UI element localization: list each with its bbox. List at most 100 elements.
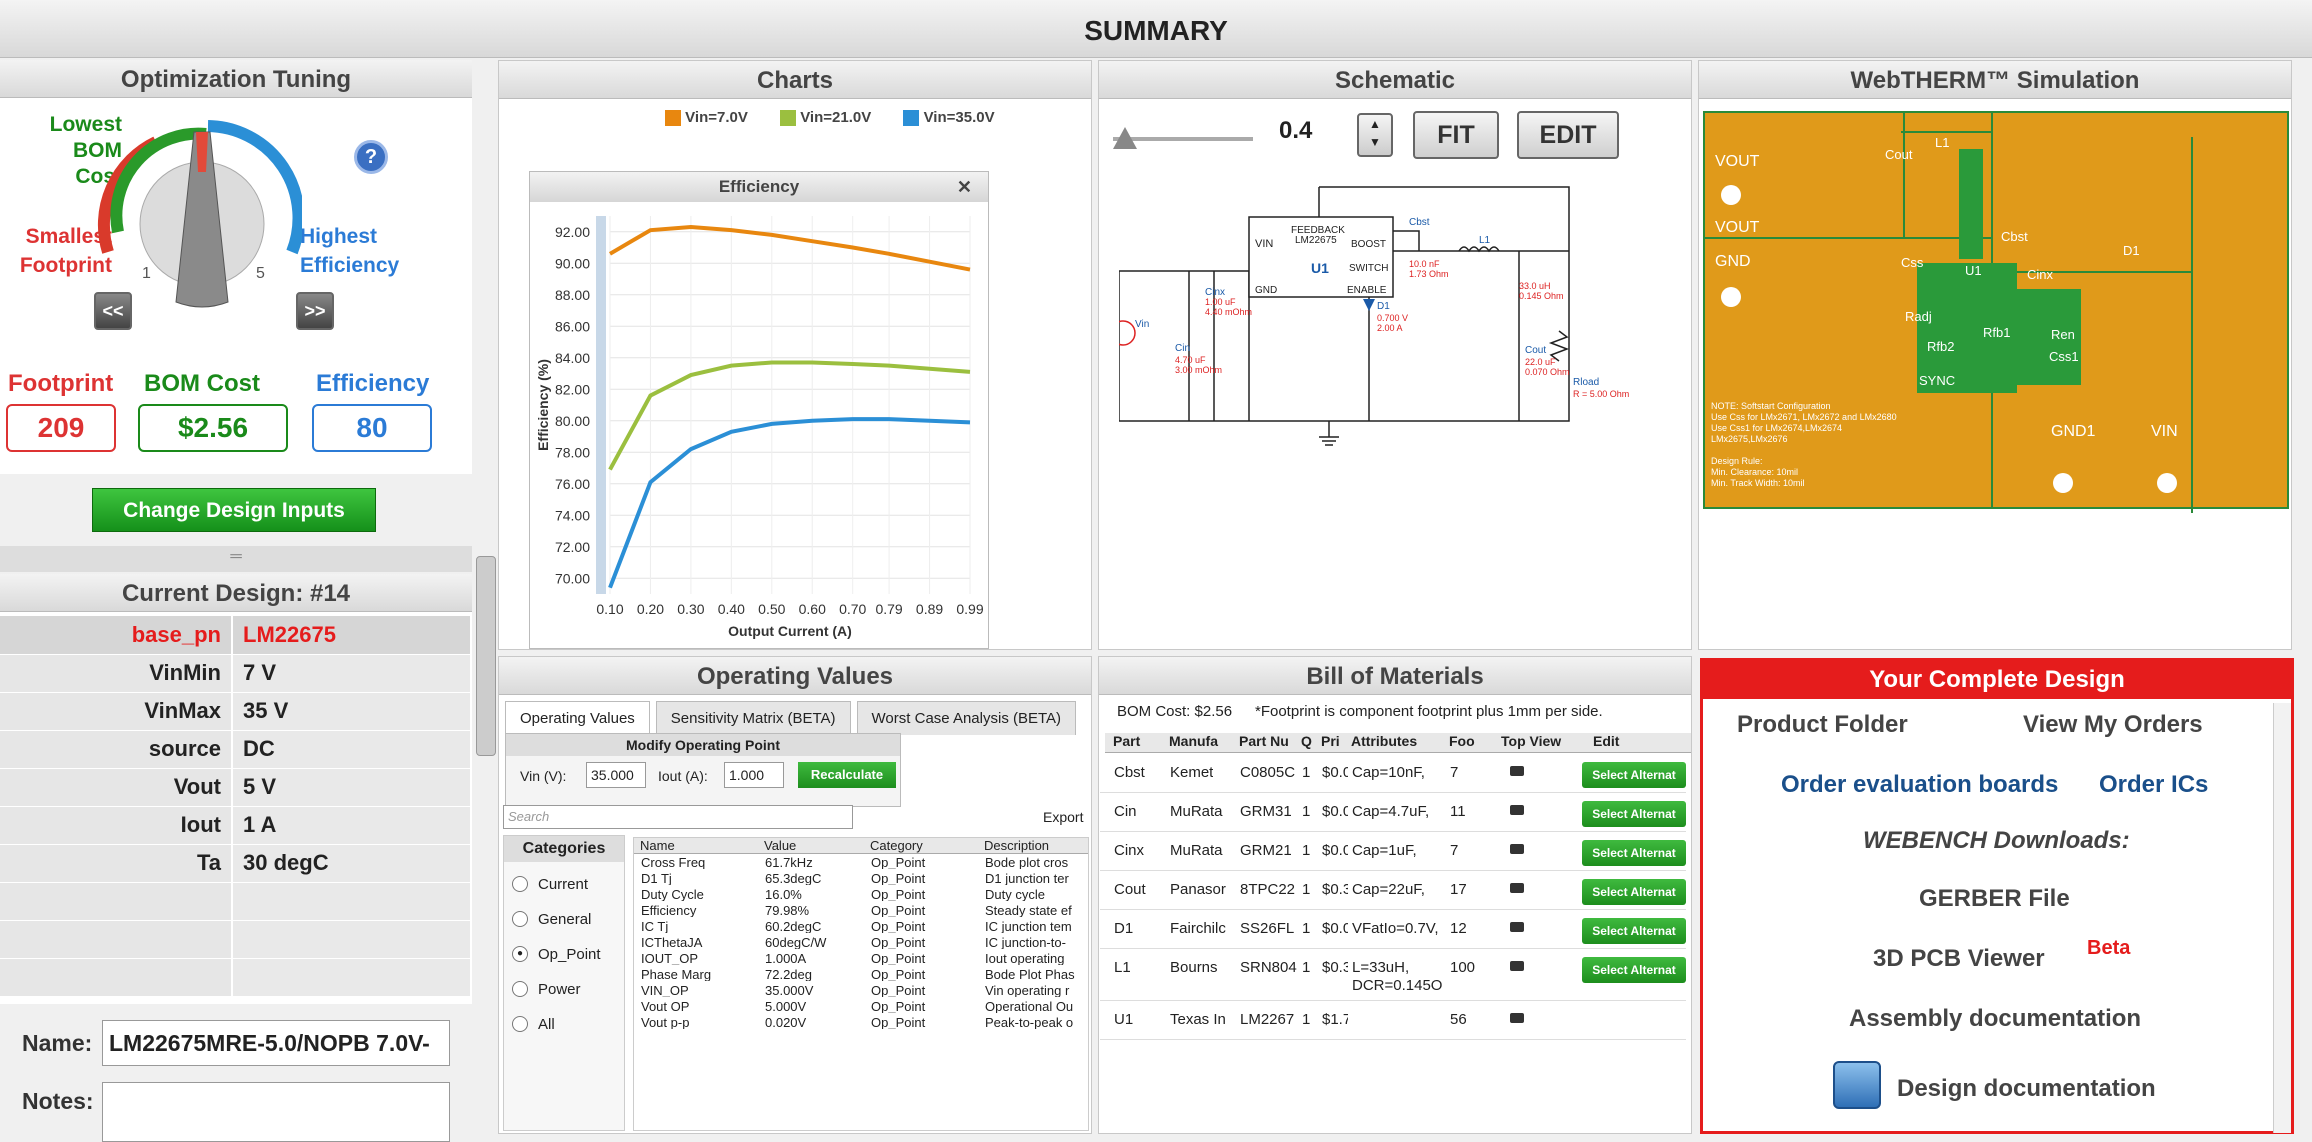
design-doc-link[interactable]: Design documentation bbox=[1897, 1075, 2156, 1103]
iout-input[interactable]: 1.000 bbox=[724, 762, 784, 788]
order-ics-link[interactable]: Order ICs bbox=[2099, 771, 2208, 799]
view-orders-link[interactable]: View My Orders bbox=[2023, 711, 2203, 739]
pcb-label: D1 bbox=[2123, 243, 2140, 258]
values-row[interactable]: Duty Cycle 16.0% Op_Point Duty cycle bbox=[637, 887, 1091, 901]
bom-row[interactable]: Cbst Kemet C0805C 1 $0.0 Cap=10nF, 7 Select Alt… bbox=[1100, 754, 1686, 793]
bom-column-header[interactable]: Foo bbox=[1449, 733, 1475, 749]
col-description[interactable]: Description bbox=[984, 838, 1049, 853]
x-tick-label: 0.10 bbox=[596, 601, 623, 617]
select-alternate-button[interactable]: Select Alternat bbox=[1582, 879, 1686, 905]
product-folder-link[interactable]: Product Folder bbox=[1737, 711, 1908, 739]
bom-row[interactable]: Cin MuRata GRM31 1 $0.0 Cap=4.7uF, 11 Select Al… bbox=[1100, 793, 1686, 832]
col-value[interactable]: Value bbox=[764, 838, 796, 853]
values-row[interactable]: Vout OP 5.000V Op_Point Operational Ou bbox=[637, 999, 1091, 1013]
values-cell: Op_Point bbox=[871, 871, 926, 885]
pcb-label: SYNC bbox=[1919, 373, 1956, 388]
values-row[interactable]: Phase Marg 72.2deg Op_Point Bode Plot Phas bbox=[637, 967, 1091, 981]
close-icon[interactable]: ✕ bbox=[957, 172, 972, 202]
y-axis-label: Efficiency (%) bbox=[535, 359, 551, 451]
values-row[interactable]: Vout p-p 0.020V Op_Point Peak-to-peak o bbox=[637, 1015, 1091, 1029]
radio-button[interactable] bbox=[512, 1016, 528, 1032]
values-row[interactable]: IC Tj 60.2degC Op_Point IC junction tem bbox=[637, 919, 1091, 933]
notes-field[interactable] bbox=[102, 1082, 450, 1142]
tab-worst-case[interactable]: Worst Case Analysis (BETA) bbox=[856, 701, 1077, 735]
values-row[interactable]: D1 Tj 65.3degC Op_Point D1 junction ter bbox=[637, 871, 1091, 885]
bom-cell: $0.0 bbox=[1322, 920, 1348, 937]
col-category[interactable]: Category bbox=[870, 838, 923, 853]
category-option[interactable]: Power bbox=[504, 967, 624, 1002]
category-option[interactable]: General bbox=[504, 897, 624, 932]
radio-button[interactable] bbox=[512, 911, 528, 927]
values-row[interactable]: Cross Freq 61.7kHz Op_Point Bode plot cros bbox=[637, 855, 1091, 869]
select-alternate-button[interactable]: Select Alternat bbox=[1582, 840, 1686, 866]
scrollbar[interactable] bbox=[2273, 703, 2291, 1133]
help-icon[interactable]: ? bbox=[354, 140, 388, 174]
tab-sensitivity-matrix[interactable]: Sensitivity Matrix (BETA) bbox=[655, 701, 851, 735]
bom-column-header[interactable]: Part bbox=[1113, 733, 1140, 749]
pcb-3d-viewer-link[interactable]: 3D PCB Viewer bbox=[1873, 945, 2045, 973]
bom-column-header[interactable]: Top View bbox=[1501, 733, 1561, 749]
select-alternate-button[interactable]: Select Alternat bbox=[1582, 918, 1686, 944]
iout-label: Iout (A): bbox=[658, 768, 708, 784]
category-option[interactable]: Current bbox=[504, 862, 624, 897]
select-alternate-button[interactable]: Select Alternat bbox=[1582, 762, 1686, 788]
order-eval-boards-link[interactable]: Order evaluation boards bbox=[1781, 771, 2058, 799]
values-row[interactable]: ICThetaJA 60degC/W Op_Point IC junction-to- bbox=[637, 935, 1091, 949]
splitter-handle[interactable]: ═ bbox=[0, 546, 472, 572]
bom-cell: Cap=4.7uF, bbox=[1352, 803, 1430, 820]
bom-row[interactable]: L1 Bourns SRN804 1 $0.3 L=33uH, 100 DCR=0.145O S… bbox=[1100, 949, 1686, 1001]
values-row[interactable]: IOUT_OP 1.000A Op_Point Iout operating bbox=[637, 951, 1091, 965]
export-link[interactable]: Export bbox=[1043, 809, 1083, 825]
vin-input[interactable]: 35.000 bbox=[586, 762, 646, 788]
change-design-inputs-button[interactable]: Change Design Inputs bbox=[92, 488, 376, 532]
current-design-row: source DC bbox=[0, 730, 470, 769]
zoom-stepper[interactable]: ▲ ▼ bbox=[1357, 113, 1393, 157]
bom-row[interactable]: Cinx MuRata GRM21 1 $0.0 Cap=1uF, 7 Select Alte… bbox=[1100, 832, 1686, 871]
values-row[interactable]: Efficiency 79.98% Op_Point Steady state ef bbox=[637, 903, 1091, 917]
bom-column-header[interactable]: Pri bbox=[1321, 733, 1340, 749]
radio-button[interactable] bbox=[512, 876, 528, 892]
param-name: Iout bbox=[0, 806, 233, 845]
fit-button[interactable]: FIT bbox=[1413, 111, 1499, 159]
radio-button[interactable] bbox=[512, 981, 528, 997]
bom-column-header[interactable]: Q bbox=[1301, 733, 1312, 749]
bom-cell: $0.3 bbox=[1322, 959, 1348, 976]
category-option[interactable]: All bbox=[504, 1002, 624, 1037]
bom-column-header[interactable]: Edit bbox=[1593, 733, 1619, 749]
bom-row[interactable]: Cout Panasor 8TPC22 1 $0.3 Cap=22uF, 17 Select … bbox=[1100, 871, 1686, 910]
values-row[interactable]: VIN_OP 35.000V Op_Point Vin operating r bbox=[637, 983, 1091, 997]
pcb-label: L1 bbox=[1935, 135, 1950, 150]
bom-column-header[interactable]: Manufa bbox=[1169, 733, 1218, 749]
tab-operating-values[interactable]: Operating Values bbox=[505, 701, 650, 735]
current-design-header: Current Design: #14 bbox=[0, 574, 472, 612]
search-input[interactable]: Search bbox=[503, 805, 853, 829]
select-alternate-button[interactable]: Select Alternat bbox=[1582, 957, 1686, 983]
bom-cell: 100 bbox=[1450, 959, 1476, 976]
select-alternate-button[interactable]: Select Alternat bbox=[1582, 801, 1686, 827]
radio-button[interactable]: ● bbox=[512, 946, 528, 962]
tuning-knob[interactable]: 1 5 bbox=[96, 112, 302, 322]
bom-cell: GRM31 bbox=[1240, 803, 1292, 820]
param-value: 5 V bbox=[232, 768, 470, 807]
next-button[interactable]: >> bbox=[296, 292, 334, 330]
bom-column-header[interactable]: Part Nu bbox=[1239, 733, 1289, 749]
prev-button[interactable]: << bbox=[94, 292, 132, 330]
category-option[interactable]: ● Op_Point bbox=[504, 932, 624, 967]
bom-row[interactable]: U1 Texas In LM2267 1 $1.7 56 bbox=[1100, 1001, 1686, 1040]
x-tick-label: 0.50 bbox=[758, 601, 785, 617]
values-cell: Operational Ou bbox=[985, 999, 1074, 1013]
bom-cell: D1 bbox=[1114, 920, 1134, 937]
category-label: All bbox=[538, 1016, 555, 1033]
gerber-file-link[interactable]: GERBER File bbox=[1919, 885, 2070, 913]
y-tick-label: 90.00 bbox=[555, 255, 590, 271]
name-input[interactable]: LM22675MRE-5.0/NOPB 7.0V- bbox=[102, 1020, 450, 1066]
bom-column-header[interactable]: Attributes bbox=[1351, 733, 1417, 749]
collapse-handle[interactable] bbox=[476, 556, 496, 756]
zoom-slider-thumb[interactable] bbox=[1113, 127, 1137, 149]
bom-row[interactable]: D1 Fairchilc SS26FL 1 $0.0 VFatIo=0.7V, 12 Sele… bbox=[1100, 910, 1686, 949]
recalculate-button[interactable]: Recalculate bbox=[798, 762, 896, 788]
col-name[interactable]: Name bbox=[640, 838, 675, 853]
edit-button[interactable]: EDIT bbox=[1517, 111, 1619, 159]
scale-min: 1 bbox=[142, 265, 151, 282]
assembly-doc-link[interactable]: Assembly documentation bbox=[1849, 1005, 2141, 1033]
